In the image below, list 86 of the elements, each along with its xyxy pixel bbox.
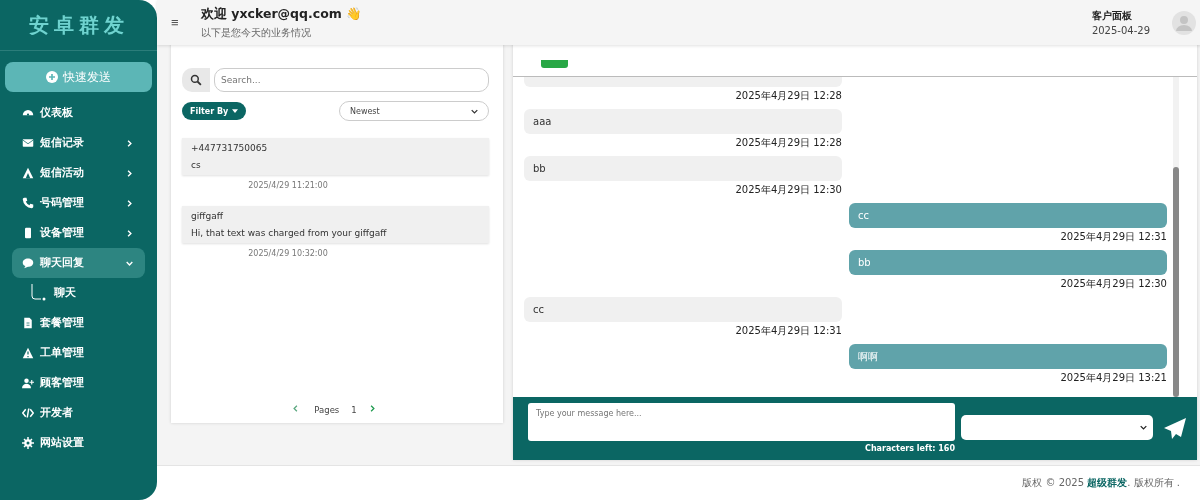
sidebar-item-label: 仪表板 [40, 106, 74, 120]
paper-plane-icon [1163, 417, 1187, 441]
search-button[interactable] [182, 68, 210, 92]
mobile-phone-icon [22, 227, 34, 239]
message-bubble: cc [524, 297, 842, 322]
sidebar-item-label: 顾客管理 [40, 376, 85, 390]
plus-circle-icon [46, 71, 58, 83]
message-time: 2025年4月29日 13:21 [1059, 371, 1167, 385]
conversation-item[interactable]: +447731750065 cs [182, 138, 489, 175]
chevron-right-icon [126, 169, 133, 177]
message-time: 2025年4月29日 12:28 [734, 89, 842, 103]
scrollbar-thumb[interactable] [1173, 167, 1179, 397]
message-time: 2025年4月29日 12:30 [1059, 277, 1167, 291]
chevron-left-icon [292, 405, 300, 412]
caret-down-icon [232, 109, 239, 113]
sidebar-item[interactable]: 号码管理 [0, 188, 145, 218]
pages-label: Pages [314, 405, 340, 415]
conversation-sender: +447731750065 [191, 143, 269, 153]
sidebar-item-label: 网站设置 [40, 436, 85, 450]
message-bubble: bb [524, 156, 842, 181]
conversation-time: 2025/4/29 10:32:00 [247, 249, 329, 258]
conversation-item[interactable]: giffgaff Hi, that text was charged from your giffgaff [182, 206, 489, 243]
sidebar-item[interactable]: 短信活动 [0, 158, 145, 188]
message-input[interactable]: Type your message here... [528, 403, 955, 441]
sidebar-item[interactable]: 网站设置 [0, 428, 145, 458]
panel-label: 客户面板 [1091, 9, 1133, 23]
sidebar-item[interactable]: 聊天回复 [12, 248, 145, 278]
sidebar-item-label: 聊天回复 [40, 256, 85, 270]
message-time: 2025年4月29日 12:31 [734, 324, 842, 338]
conversation-sender: giffgaff [191, 211, 224, 221]
conversation-preview: cs [191, 160, 202, 170]
message-bubble: 啊啊 [849, 344, 1167, 369]
sidebar-item[interactable]: 套餐管理 [0, 308, 145, 338]
add-user-icon [22, 377, 34, 389]
chevron-right-icon [368, 405, 376, 412]
message-bubble: bb [849, 250, 1167, 275]
sidebar-item-label: 短信记录 [40, 136, 85, 150]
scrollbar[interactable] [1173, 77, 1179, 397]
sidebar-item[interactable]: 工单管理 [0, 338, 145, 368]
chevron-down-icon [126, 259, 133, 267]
message-bubble: cc [849, 203, 1167, 228]
sidebar-item-label: 短信活动 [40, 166, 85, 180]
message-bubble: aaa [524, 109, 842, 134]
sidebar-item[interactable]: 短信记录 [0, 128, 145, 158]
phone-icon [22, 197, 34, 209]
page-number: 1 [351, 405, 357, 415]
message-time: 2025年4月29日 12:28 [734, 136, 842, 150]
search-field[interactable]: Search... [214, 68, 489, 92]
action-button[interactable] [541, 60, 568, 68]
sidebar-subitem[interactable]: 聊天 [0, 278, 157, 308]
chat-bubble-icon [22, 257, 34, 269]
search-icon [190, 74, 202, 86]
document-icon [22, 317, 34, 329]
copyright-text: 版权 © 2025 超级群发. 版权所有 . [1022, 476, 1180, 490]
conversation-time: 2025/4/29 11:21:00 [247, 181, 329, 190]
warning-icon [22, 347, 34, 359]
chevron-down-icon [1140, 424, 1147, 431]
sidebar-item-label: 设备管理 [40, 226, 85, 240]
message-time: 2025年4月29日 12:31 [1059, 230, 1167, 244]
sidebar-item[interactable]: 开发者 [0, 398, 145, 428]
code-icon [22, 407, 34, 419]
chevron-right-icon [126, 229, 133, 237]
chevron-down-icon [471, 107, 478, 115]
filter-dropdown-button[interactable]: Filter By [182, 102, 247, 120]
sidebar-item-label: 开发者 [40, 406, 74, 420]
conversation-preview: Hi, that text was charged from your giffgaff [191, 228, 388, 238]
tree-branch-icon [30, 284, 46, 302]
sidebar-item-label: 套餐管理 [40, 316, 85, 330]
welcome-message: 欢迎 yxcker@qq.com 👋 [201, 5, 364, 23]
sidebar-item[interactable]: 设备管理 [0, 218, 145, 248]
menu-toggle[interactable]: ≡ [171, 15, 201, 30]
user-avatar-icon[interactable] [1172, 10, 1196, 35]
sidebar-item-label: 工单管理 [40, 346, 85, 360]
current-date: 2025-04-29 [1091, 25, 1150, 36]
message-time: 2025年4月29日 12:30 [734, 183, 842, 197]
chevron-right-icon [126, 139, 133, 147]
send-button[interactable] [1163, 417, 1187, 441]
sidebar-item[interactable]: 仪表板 [0, 98, 145, 128]
welcome-subtitle: 以下是您今天的业务情况 [201, 25, 312, 40]
sidebar-item[interactable]: 顾客管理 [0, 368, 145, 398]
character-counter: Characters left: 160 [865, 444, 955, 453]
settings-icon [22, 437, 34, 449]
chevron-right-icon [126, 199, 133, 207]
envelope-icon [22, 137, 34, 149]
sidebar-item-label: 号码管理 [40, 196, 85, 210]
tent-icon [22, 167, 34, 179]
